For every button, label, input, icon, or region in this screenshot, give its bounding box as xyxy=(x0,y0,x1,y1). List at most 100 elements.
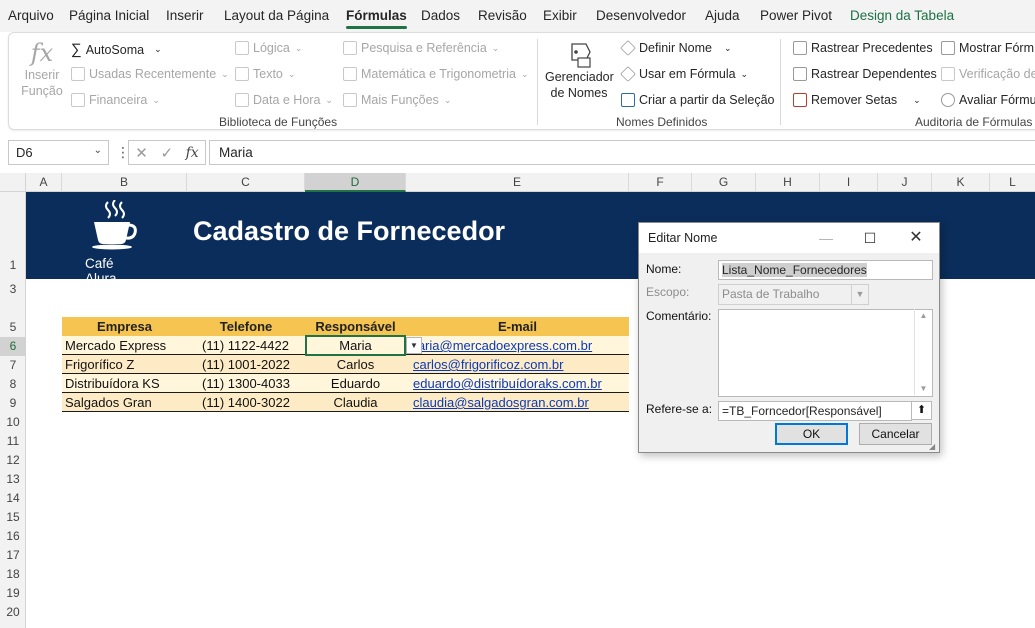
table-header-cell[interactable]: Empresa xyxy=(62,317,187,336)
table-cell[interactable]: Distribuídora KS xyxy=(65,374,187,393)
name-field[interactable]: Lista_Nome_Fornecedores xyxy=(718,260,933,280)
formula-input[interactable]: Maria xyxy=(209,140,1035,165)
row-header[interactable]: 12 xyxy=(0,451,26,470)
resize-grip-icon[interactable]: ◢ xyxy=(929,443,938,452)
table-cell[interactable]: (11) 1400-3022 xyxy=(202,393,305,412)
tab-revisao[interactable]: Revisão xyxy=(478,8,527,23)
row-header[interactable]: 16 xyxy=(0,527,26,546)
table-cell[interactable]: Salgados Gran xyxy=(65,393,187,412)
column-header[interactable]: G xyxy=(692,173,756,192)
logical-button[interactable]: Lógica ⌄ xyxy=(235,41,302,55)
recently-used-button[interactable]: Usadas Recentemente ⌄ xyxy=(71,67,229,81)
scroll-down-icon[interactable]: ▼ xyxy=(915,384,932,393)
remove-arrows-button[interactable]: Remover Setas ⌄ xyxy=(793,93,921,107)
define-name-button[interactable]: Definir Nome ⌄ xyxy=(620,40,731,56)
refers-to-field[interactable]: =TB_Forncedor[Responsável] xyxy=(718,401,912,421)
row-header[interactable]: 3 xyxy=(0,280,26,299)
column-header[interactable]: E xyxy=(406,173,629,192)
autosum-button[interactable]: ∑ AutoSoma ⌄ xyxy=(71,41,162,58)
show-formulas-button[interactable]: Mostrar Fórm xyxy=(941,41,1034,55)
cancel-button[interactable]: Cancelar xyxy=(859,423,932,445)
comment-field[interactable] xyxy=(718,309,933,397)
trace-precedents-button[interactable]: Rastrear Precedentes xyxy=(793,41,933,55)
column-header[interactable]: A xyxy=(26,173,62,192)
column-header[interactable]: J xyxy=(878,173,932,192)
math-trig-button[interactable]: Matemática e Trigonometria ⌄ xyxy=(343,67,528,81)
cell-dropdown-arrow-icon[interactable]: ▼ xyxy=(406,337,422,354)
dialog-titlebar[interactable]: Editar Nome — ☐ ✕ xyxy=(639,223,939,253)
table-header-cell[interactable]: Responsável xyxy=(305,317,406,336)
collapse-dialog-icon[interactable]: ⬆ xyxy=(911,401,932,420)
tab-ajuda[interactable]: Ajuda xyxy=(705,8,740,23)
table-cell[interactable]: Eduardo xyxy=(305,374,406,393)
chevron-down-icon[interactable]: ⌄ xyxy=(94,145,102,156)
email-link[interactable]: eduardo@distribuídoraks.com.br xyxy=(413,374,629,393)
table-cell[interactable]: Claudia xyxy=(305,393,406,412)
column-header[interactable]: L xyxy=(990,173,1035,192)
select-all-corner[interactable] xyxy=(0,173,26,192)
column-header[interactable]: H xyxy=(756,173,820,192)
more-functions-button[interactable]: Mais Funções ⌄ xyxy=(343,93,451,107)
cancel-icon[interactable]: ✕ xyxy=(135,144,148,162)
column-header[interactable]: F xyxy=(629,173,692,192)
table-cell[interactable]: (11) 1001-2022 xyxy=(202,355,305,374)
email-link[interactable]: carlos@frigorificoz.com.br xyxy=(413,355,629,374)
row-header[interactable]: 18 xyxy=(0,565,26,584)
email-link[interactable]: claudia@salgadosgran.com.br xyxy=(413,393,629,412)
email-link[interactable]: maria@mercadoexpress.com.br xyxy=(407,336,629,355)
text-button[interactable]: Texto ⌄ xyxy=(235,67,295,81)
row-header[interactable]: 19 xyxy=(0,584,26,603)
close-icon[interactable]: ✕ xyxy=(905,227,927,249)
tab-arquivo[interactable]: Arquivo xyxy=(8,8,54,23)
row-header[interactable]: 5 xyxy=(0,318,26,337)
tab-exibir[interactable]: Exibir xyxy=(543,8,577,23)
row-header[interactable]: 17 xyxy=(0,546,26,565)
row-header-selected[interactable]: 6 xyxy=(0,337,26,356)
column-header[interactable]: B xyxy=(62,173,187,192)
table-header-cell[interactable]: E-mail xyxy=(406,317,629,336)
row-header[interactable]: 20 xyxy=(0,603,26,622)
check-icon[interactable]: ✓ xyxy=(160,144,173,162)
row-header[interactable]: 9 xyxy=(0,394,26,413)
financial-button[interactable]: Financeira ⌄ xyxy=(71,93,160,107)
column-header[interactable]: K xyxy=(932,173,990,192)
table-header-cell[interactable]: Telefone xyxy=(187,317,305,336)
ok-button[interactable]: OK xyxy=(775,423,848,445)
date-time-button[interactable]: Data e Hora ⌄ xyxy=(235,93,333,107)
trace-dependents-button[interactable]: Rastrear Dependentes xyxy=(793,67,937,81)
row-header[interactable]: 10 xyxy=(0,413,26,432)
name-manager-button[interactable]: Gerenciador de Nomes xyxy=(545,39,614,101)
insert-function-button[interactable]: fx Inserir Função xyxy=(21,39,63,99)
table-cell[interactable]: Frigorífico Z xyxy=(65,355,187,374)
table-cell[interactable]: Carlos xyxy=(305,355,406,374)
row-header[interactable]: 7 xyxy=(0,356,26,375)
chevron-down-icon[interactable]: ▼ xyxy=(851,285,868,304)
tab-power-pivot[interactable]: Power Pivot xyxy=(760,8,832,23)
table-cell[interactable]: (11) 1300-4033 xyxy=(202,374,305,393)
evaluate-formula-button[interactable]: Avaliar Fórmu xyxy=(941,93,1035,107)
minimize-icon[interactable]: — xyxy=(815,227,837,249)
insert-function-icon[interactable]: fx xyxy=(186,145,199,161)
tab-inserir[interactable]: Inserir xyxy=(166,8,204,23)
row-header[interactable]: 8 xyxy=(0,375,26,394)
table-cell[interactable]: Mercado Express xyxy=(65,336,187,355)
name-box[interactable]: D6 ⌄ xyxy=(8,140,109,165)
scope-select[interactable]: Pasta de Trabalho xyxy=(718,284,869,305)
row-header[interactable]: 15 xyxy=(0,508,26,527)
tab-layout-da-pagina[interactable]: Layout da Página xyxy=(224,8,329,23)
row-header[interactable]: 14 xyxy=(0,489,26,508)
tab-design-da-tabela[interactable]: Design da Tabela xyxy=(850,8,954,23)
column-header[interactable]: I xyxy=(820,173,878,192)
table-cell[interactable]: (11) 1122-4422 xyxy=(202,336,305,355)
column-header-selected[interactable]: D xyxy=(305,173,406,192)
use-in-formula-button[interactable]: Usar em Fórmula ⌄ xyxy=(620,66,748,82)
column-header[interactable]: C xyxy=(187,173,305,192)
maximize-icon[interactable]: ☐ xyxy=(859,227,881,249)
row-header[interactable]: 11 xyxy=(0,432,26,451)
lookup-reference-button[interactable]: Pesquisa e Referência ⌄ xyxy=(343,41,499,55)
scroll-up-icon[interactable]: ▲ xyxy=(915,311,932,320)
comment-scrollbar[interactable]: ▲ ▼ xyxy=(914,309,931,395)
tab-dados[interactable]: Dados xyxy=(421,8,460,23)
row-header[interactable]: 13 xyxy=(0,470,26,489)
tab-pagina-inicial[interactable]: Página Inicial xyxy=(69,8,149,23)
